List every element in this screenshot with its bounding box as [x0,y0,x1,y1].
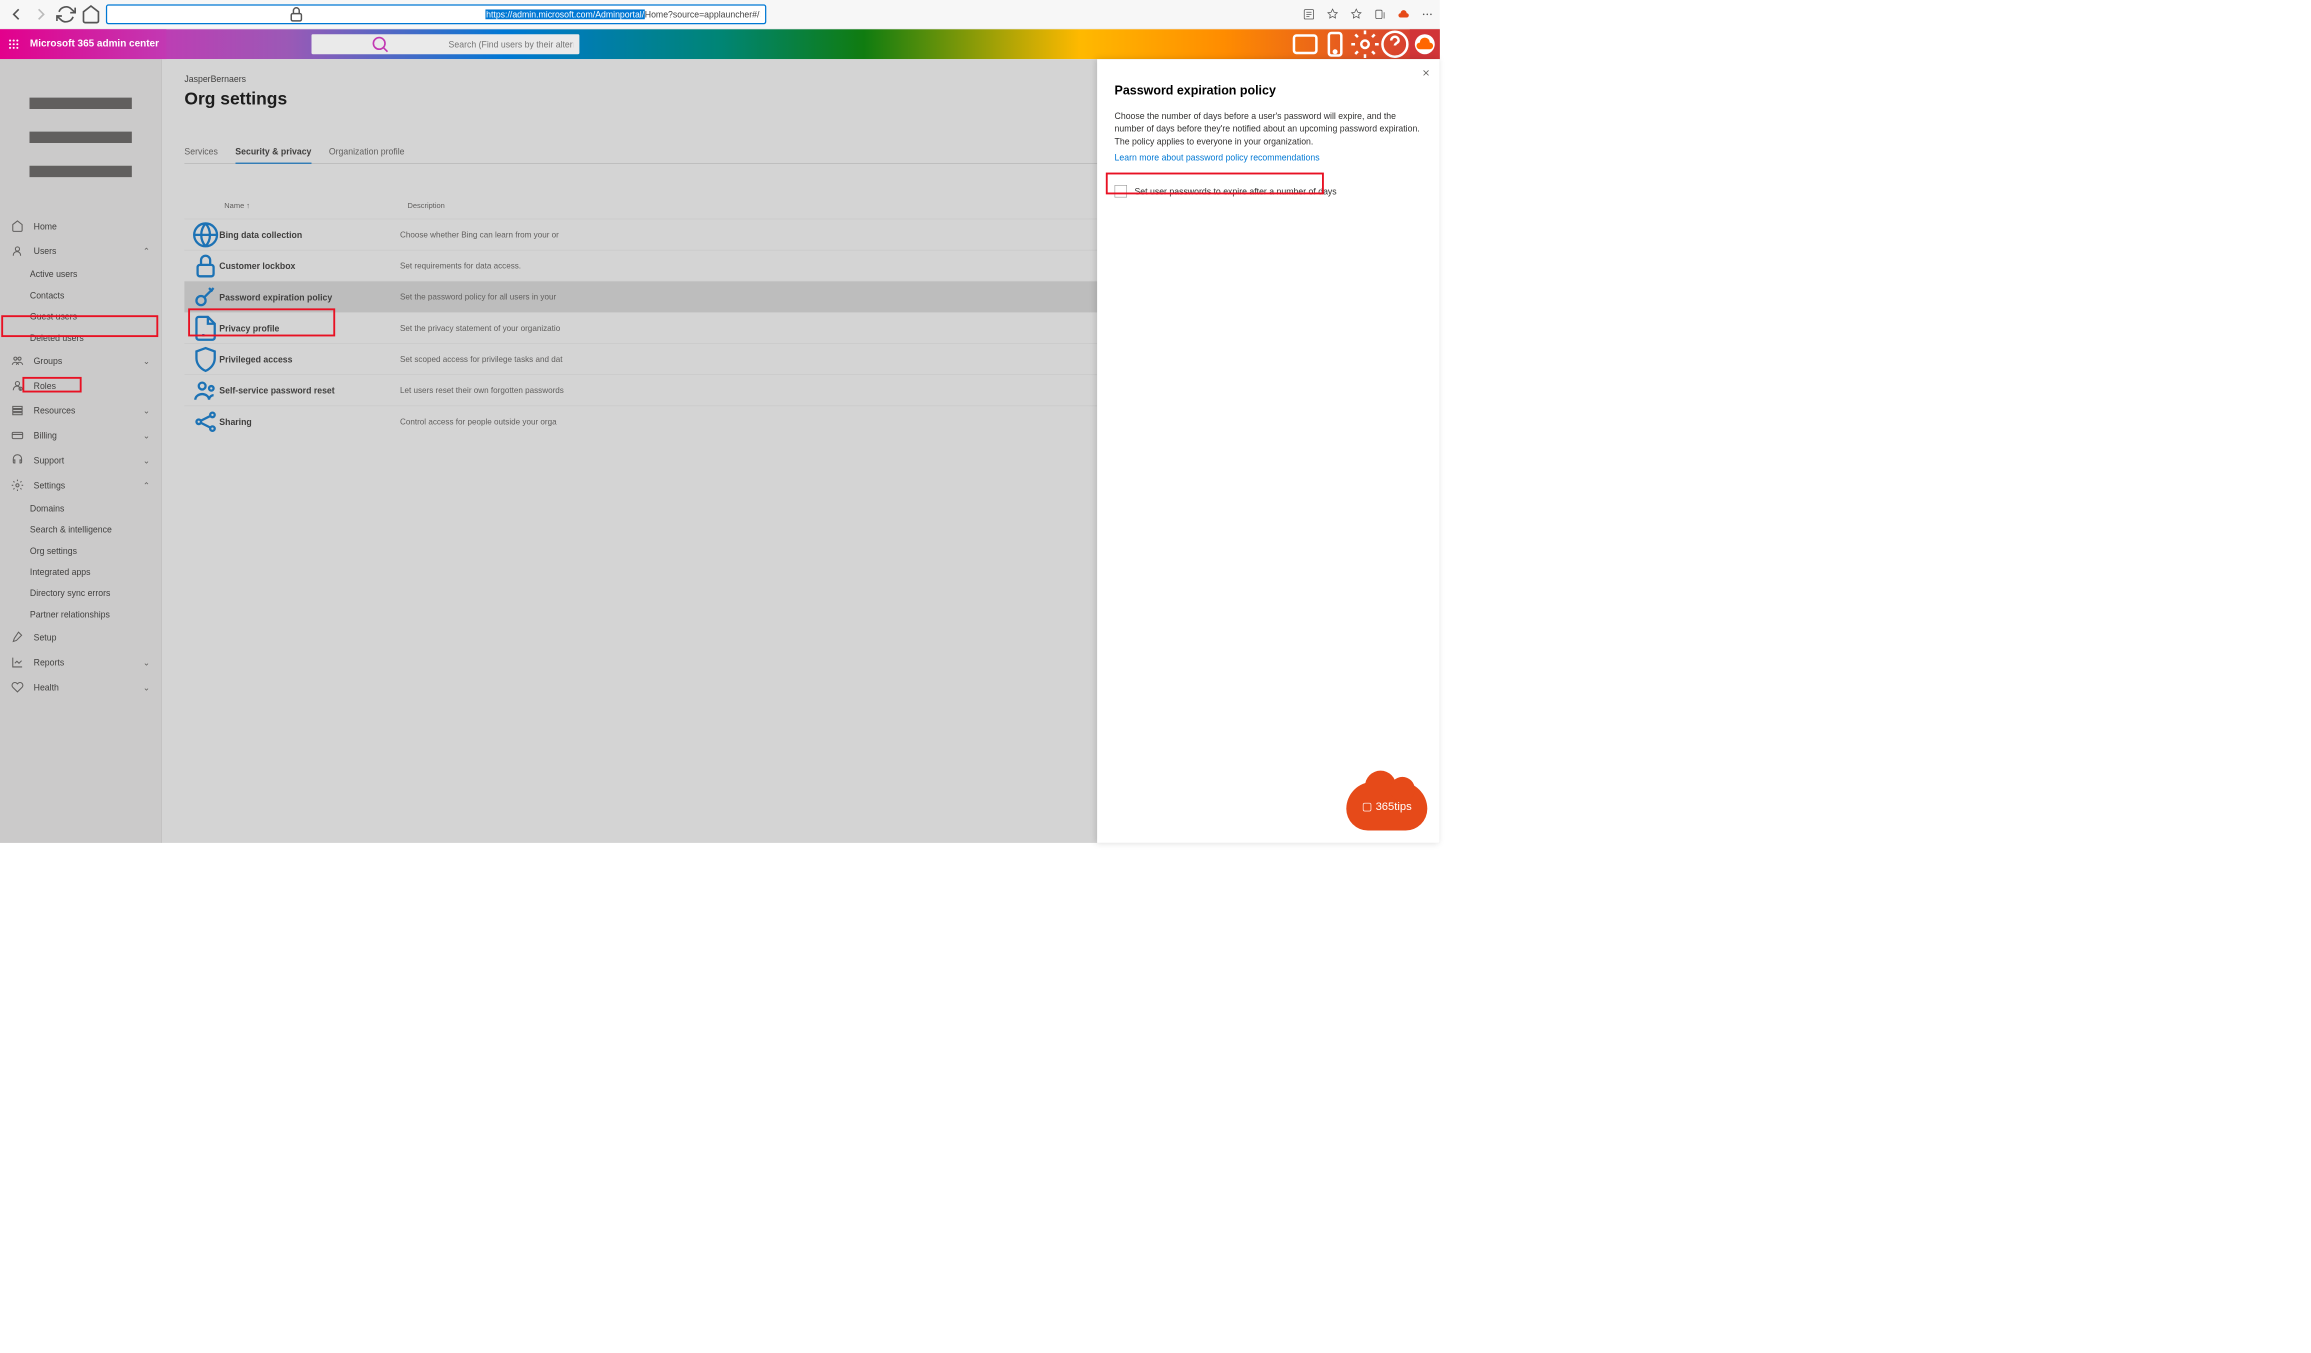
avatar-icon [1415,34,1435,54]
expire-checkbox[interactable] [1115,185,1127,197]
cloud-sync-icon[interactable] [1397,8,1409,20]
app-header: Microsoft 365 admin center [0,29,1440,59]
search-input[interactable] [449,39,574,49]
card-view-icon[interactable] [1290,29,1320,59]
account-button[interactable] [1410,29,1440,59]
checkbox-label: Set user passwords to expire after a num… [1134,186,1336,196]
search-icon [318,34,443,54]
star-add-icon[interactable] [1326,8,1338,20]
reader-icon[interactable] [1303,8,1315,20]
panel-title: Password expiration policy [1115,84,1423,98]
browser-toolbar: https://admin.microsoft.com/Adminportal/… [0,0,1440,29]
url-text: https://admin.microsoft.com/Adminportal/… [486,9,761,19]
learn-more-link[interactable]: Learn more about password policy recomme… [1115,153,1320,163]
settings-icon[interactable] [1350,29,1380,59]
forward-button[interactable] [31,4,51,24]
back-button[interactable] [6,4,26,24]
lock-icon [112,6,480,23]
panel-description: Choose the number of days before a user'… [1115,110,1423,148]
more-icon[interactable] [1421,8,1433,20]
app-launcher-icon[interactable] [7,38,19,50]
app-title: Microsoft 365 admin center [30,39,159,50]
help-icon[interactable] [1380,29,1410,59]
global-search[interactable] [312,34,580,54]
favorites-icon[interactable] [1350,8,1362,20]
tips-badge: ▢ 365tips [1346,782,1427,831]
close-button[interactable] [1421,68,1431,81]
home-button[interactable] [81,4,101,24]
collections-icon[interactable] [1374,8,1386,20]
flyout-panel: Password expiration policy Choose the nu… [1097,59,1440,843]
refresh-button[interactable] [56,4,76,24]
address-bar[interactable]: https://admin.microsoft.com/Adminportal/… [106,4,766,24]
mobile-icon[interactable] [1320,29,1350,59]
